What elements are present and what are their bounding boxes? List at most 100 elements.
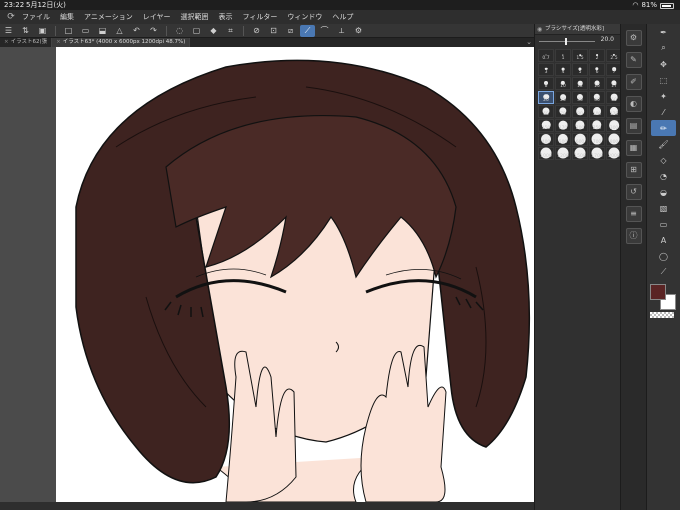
text-icon[interactable]: A — [647, 232, 680, 248]
mesh-icon[interactable]: ⊡ — [266, 25, 281, 37]
brush-size-cell[interactable]: 5 — [572, 63, 588, 76]
property-icon[interactable]: ≡ — [625, 206, 642, 222]
brush-size-cell[interactable]: 25 — [555, 91, 571, 104]
brush-size-cell[interactable]: 1.5 — [572, 49, 588, 62]
brush-size-cell[interactable]: 80 — [572, 105, 588, 118]
slider-knob[interactable] — [565, 38, 567, 45]
transparent-color-swatch[interactable] — [650, 312, 674, 318]
brush-size-cell[interactable]: 60 — [538, 105, 554, 118]
settings-icon[interactable]: ⚙ — [351, 25, 366, 37]
lasso-icon[interactable]: ◌ — [172, 25, 187, 37]
brush-size-cell[interactable]: 8 — [538, 77, 554, 90]
select-icon[interactable]: ⬚ — [647, 72, 680, 88]
brush-size-cell[interactable]: 15 — [589, 77, 605, 90]
brush-size-slider[interactable]: 20.0 — [535, 35, 620, 47]
material-icon[interactable]: ▦ — [625, 140, 642, 156]
brush-size-cell[interactable]: 10 — [555, 77, 571, 90]
shape-icon[interactable]: ▭ — [647, 216, 680, 232]
brush-size-cell[interactable]: 4 — [555, 63, 571, 76]
new-icon[interactable]: □ — [61, 25, 76, 37]
fill-icon[interactable]: ◆ — [206, 25, 221, 37]
menu-window[interactable]: ウィンドウ — [287, 12, 322, 22]
brush-size-cell[interactable]: 1700 — [589, 147, 605, 160]
balloon-icon[interactable]: ◯ — [647, 248, 680, 264]
menu-icon[interactable]: ☰ — [1, 25, 16, 37]
crop-icon[interactable]: ⌗ — [223, 25, 238, 37]
file-icon[interactable]: ▣ — [35, 25, 50, 37]
brush-size-cell[interactable]: 40 — [589, 91, 605, 104]
brush-size-cell[interactable]: 1200 — [555, 147, 571, 160]
stroke-icon[interactable]: ⌒ — [317, 25, 332, 37]
triangle-icon[interactable]: △ — [112, 25, 127, 37]
eraser-icon[interactable]: ◇ — [647, 152, 680, 168]
blend-icon[interactable]: ◔ — [647, 168, 680, 184]
brush-tool-icon[interactable]: 🖌 — [647, 136, 680, 152]
history-icon[interactable]: ↺ — [625, 184, 642, 200]
pen-tool-icon[interactable]: ✏ — [651, 120, 676, 136]
brush-size-cell[interactable]: 500 — [555, 133, 571, 146]
brush-size-cell[interactable]: 1 — [555, 49, 571, 62]
pen-pressure-icon[interactable]: ⟋ — [300, 24, 315, 37]
brush-size-cell[interactable]: 6 — [589, 63, 605, 76]
brush-size-cell[interactable]: 400 — [538, 133, 554, 146]
menu-edit[interactable]: 編集 — [60, 12, 74, 22]
main-color-swatch[interactable] — [650, 284, 666, 300]
panel-header[interactable]: ◉ ブラシサイズ[透明水彩] — [535, 24, 620, 35]
brush-size-cell[interactable]: 1500 — [572, 147, 588, 160]
info-icon[interactable]: ⓘ — [625, 228, 642, 244]
brush-size-cell[interactable]: 170 — [555, 119, 571, 132]
ruler-icon[interactable]: ⟂ — [334, 25, 349, 37]
chevron-down-icon[interactable]: ⌄ — [526, 38, 532, 46]
menu-selection[interactable]: 選択範囲 — [181, 12, 209, 22]
menu-filter[interactable]: フィルター — [243, 12, 278, 22]
clear-icon[interactable]: ▢ — [189, 25, 204, 37]
brush-size-cell[interactable]: 100 — [589, 105, 605, 118]
canvas-area[interactable] — [0, 47, 534, 502]
close-icon[interactable]: × — [4, 39, 9, 45]
save-icon[interactable]: ⬓ — [95, 25, 110, 37]
brush-size-cell[interactable]: 12 — [572, 77, 588, 90]
brush-size-cell[interactable]: 150 — [538, 119, 554, 132]
flip-icon[interactable]: ⧄ — [283, 25, 298, 37]
menu-layer[interactable]: レイヤー — [143, 12, 171, 22]
tab-previous[interactable]: × イラスト62(張 — [0, 38, 53, 47]
wand-icon[interactable]: ✦ — [647, 88, 680, 104]
undo-history-icon[interactable]: ⇅ — [18, 25, 33, 37]
layer-icon[interactable]: ▤ — [625, 118, 642, 134]
eyedropper-icon[interactable]: ⁄ — [647, 104, 680, 120]
menu-help[interactable]: ヘルプ — [332, 12, 353, 22]
redo-icon[interactable]: ↷ — [146, 25, 161, 37]
brush-size-cell[interactable]: 2 — [589, 49, 605, 62]
brush-size-cell[interactable]: 30 — [572, 91, 588, 104]
tab-current[interactable]: × イラスト63* (4000 x 6000px 1200dpi 48.7%) — [52, 38, 191, 47]
pen-icon[interactable]: ✎ — [625, 52, 642, 68]
close-icon[interactable]: × — [56, 39, 61, 45]
brush-icon[interactable]: ✐ — [625, 74, 642, 90]
menu-animation[interactable]: アニメーション — [84, 12, 133, 22]
undo-icon[interactable]: ↶ — [129, 25, 144, 37]
zoom-icon[interactable]: ⌕ — [647, 40, 680, 56]
ruler-tool-icon[interactable]: ⟋ — [647, 264, 680, 280]
app-logo-icon[interactable]: ⟳ — [0, 12, 22, 22]
brush-size-cell[interactable]: 1000 — [538, 147, 554, 160]
palette-icon[interactable]: ◐ — [625, 96, 642, 112]
move-icon[interactable]: ✥ — [647, 56, 680, 72]
gear-icon[interactable]: ⚙ — [625, 30, 642, 46]
drawing-canvas[interactable] — [56, 47, 534, 502]
menu-view[interactable]: 表示 — [219, 12, 233, 22]
pen-nib-icon[interactable]: ✒ — [647, 24, 680, 40]
navigator-icon[interactable]: ⊞ — [625, 162, 642, 178]
brush-size-cell[interactable]: 20 — [538, 91, 554, 104]
transform-icon[interactable]: ⊘ — [249, 25, 264, 37]
brush-size-cell[interactable]: 0.7 — [538, 49, 554, 62]
menu-file[interactable]: ファイル — [22, 12, 50, 22]
open-icon[interactable]: ▭ — [78, 25, 93, 37]
brush-size-cell[interactable]: 70 — [555, 105, 571, 118]
brush-size-cell[interactable]: 200 — [572, 119, 588, 132]
brush-size-cell[interactable]: 250 — [589, 119, 605, 132]
brush-size-cell[interactable]: 3 — [538, 63, 554, 76]
brush-size-cell[interactable]: 600 — [572, 133, 588, 146]
fill-bucket-icon[interactable]: ◒ — [647, 184, 680, 200]
brush-size-cell[interactable]: 700 — [589, 133, 605, 146]
gradient-icon[interactable]: ▧ — [647, 200, 680, 216]
